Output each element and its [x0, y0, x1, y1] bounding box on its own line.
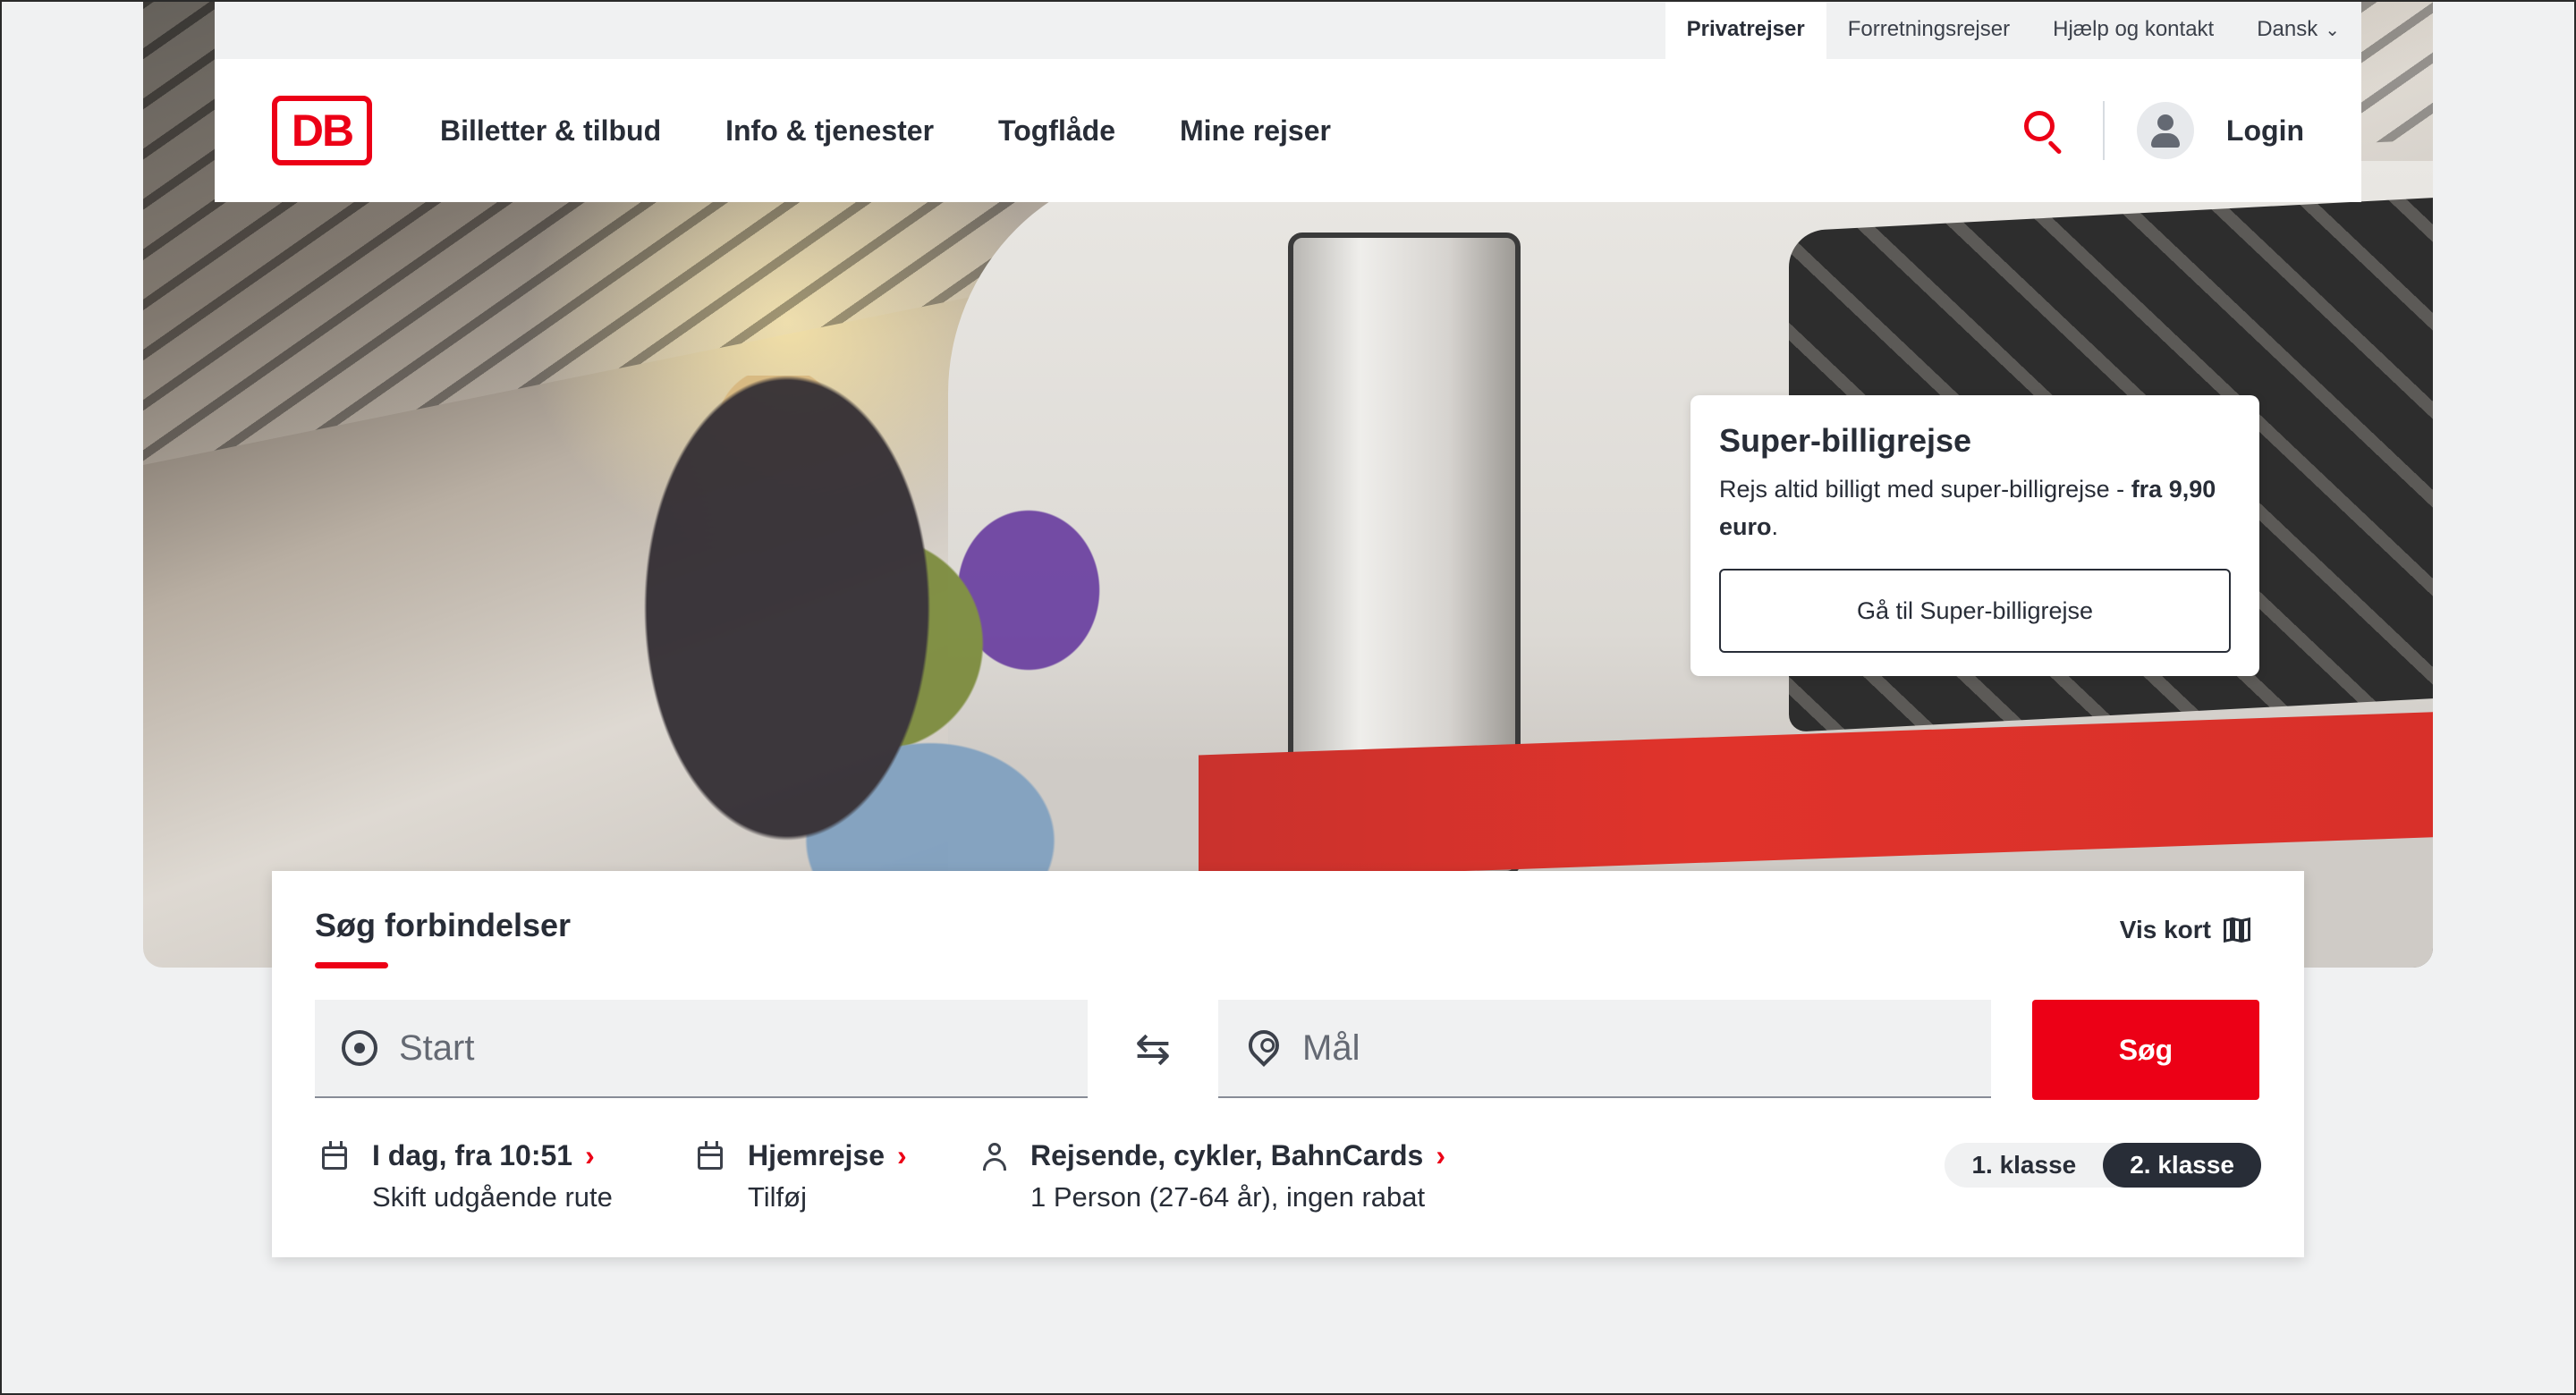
page: Privatrejser Forretningsrejser Hjælp og …: [0, 0, 2576, 1395]
meta-item-help[interactable]: Hjælp og kontakt: [2031, 0, 2235, 59]
nav-item-my-trips[interactable]: Mine rejser: [1180, 114, 1331, 148]
destination-input[interactable]: [1302, 1027, 1982, 1069]
first-class-option[interactable]: 1. klasse: [1945, 1143, 2103, 1188]
embracing-couple: [608, 376, 1252, 948]
language-selector[interactable]: Dansk ⌄: [2235, 0, 2361, 59]
db-logo[interactable]: DB: [272, 96, 372, 165]
meta-item-privatrejser[interactable]: Privatrejser: [1665, 0, 1826, 59]
chevron-right-icon: ›: [896, 1139, 907, 1171]
travellers-option[interactable]: Rejsende, cykler, BahnCards › 1 Person (2…: [980, 1139, 1445, 1213]
search-title: Søg forbindelser: [315, 907, 572, 943]
header-divider: [2102, 101, 2105, 160]
search-button[interactable]: Søg: [2032, 1000, 2259, 1100]
promo-text: Rejs altid billigt med super-billigrejse…: [1719, 470, 2231, 545]
calendar-icon: [698, 1141, 726, 1171]
search-icon[interactable]: [2017, 106, 2067, 156]
date-label: I dag, fra 10:51: [372, 1139, 573, 1171]
person-icon: [980, 1143, 1009, 1171]
return-option[interactable]: Hjemrejse › Tilføj: [698, 1139, 907, 1213]
swap-icon[interactable]: ⇆: [1122, 1024, 1184, 1074]
show-map-link[interactable]: Vis kort: [2120, 916, 2250, 944]
return-sub: Tilføj: [748, 1181, 807, 1213]
promo-text-suffix: .: [1771, 513, 1779, 540]
chevron-right-icon: ›: [585, 1139, 595, 1171]
return-label: Hjemrejse: [748, 1139, 885, 1171]
class-toggle: 1. klasse 2. klasse: [1945, 1143, 2261, 1188]
start-field[interactable]: [315, 1000, 1088, 1098]
target-icon: [342, 1030, 377, 1066]
user-avatar-icon[interactable]: [2136, 102, 2194, 159]
title-underline: [315, 962, 388, 968]
meta-item-forretningsrejser[interactable]: Forretningsrejser: [1826, 0, 2031, 59]
language-label: Dansk: [2257, 17, 2318, 41]
location-pin-icon: [1241, 1023, 1286, 1068]
start-input[interactable]: [399, 1027, 1079, 1069]
travellers-sub: 1 Person (27-64 år), ingen rabat: [1030, 1181, 1426, 1213]
nav-item-tickets[interactable]: Billetter & tilbud: [440, 114, 661, 148]
header-actions: Login: [2017, 101, 2304, 160]
show-map-label: Vis kort: [2119, 916, 2211, 943]
chevron-down-icon: ⌄: [2325, 20, 2340, 40]
second-class-option[interactable]: 2. klasse: [2103, 1143, 2261, 1188]
nav-item-info[interactable]: Info & tjenester: [725, 114, 934, 148]
main-nav: Billetter & tilbud Info & tjenester Togf…: [440, 114, 1331, 148]
promo-title: Super-billigrejse: [1719, 422, 1972, 459]
destination-field[interactable]: [1218, 1000, 1991, 1098]
date-option[interactable]: I dag, fra 10:51 › Skift udgående rute: [322, 1139, 613, 1213]
promo-card: Super-billigrejse Rejs altid billigt med…: [1690, 395, 2259, 676]
meta-navigation: Privatrejser Forretningsrejser Hjælp og …: [215, 0, 2361, 59]
nav-item-fleet[interactable]: Togflåde: [998, 114, 1115, 148]
search-panel: Søg forbindelser Vis kort ⇆ Søg I dag, f…: [272, 871, 2304, 1257]
travellers-label: Rejsende, cykler, BahnCards: [1030, 1139, 1424, 1171]
promo-button[interactable]: Gå til Super-billigrejse: [1719, 569, 2231, 653]
calendar-icon: [322, 1141, 351, 1171]
chevron-right-icon: ›: [1436, 1139, 1445, 1171]
main-header: DB Billetter & tilbud Info & tjenester T…: [215, 59, 2361, 202]
login-button[interactable]: Login: [2226, 114, 2304, 148]
map-icon: [2224, 917, 2250, 943]
promo-text-prefix: Rejs altid billigt med super-billigrejse…: [1719, 476, 2131, 503]
date-sub: Skift udgående rute: [372, 1181, 613, 1213]
